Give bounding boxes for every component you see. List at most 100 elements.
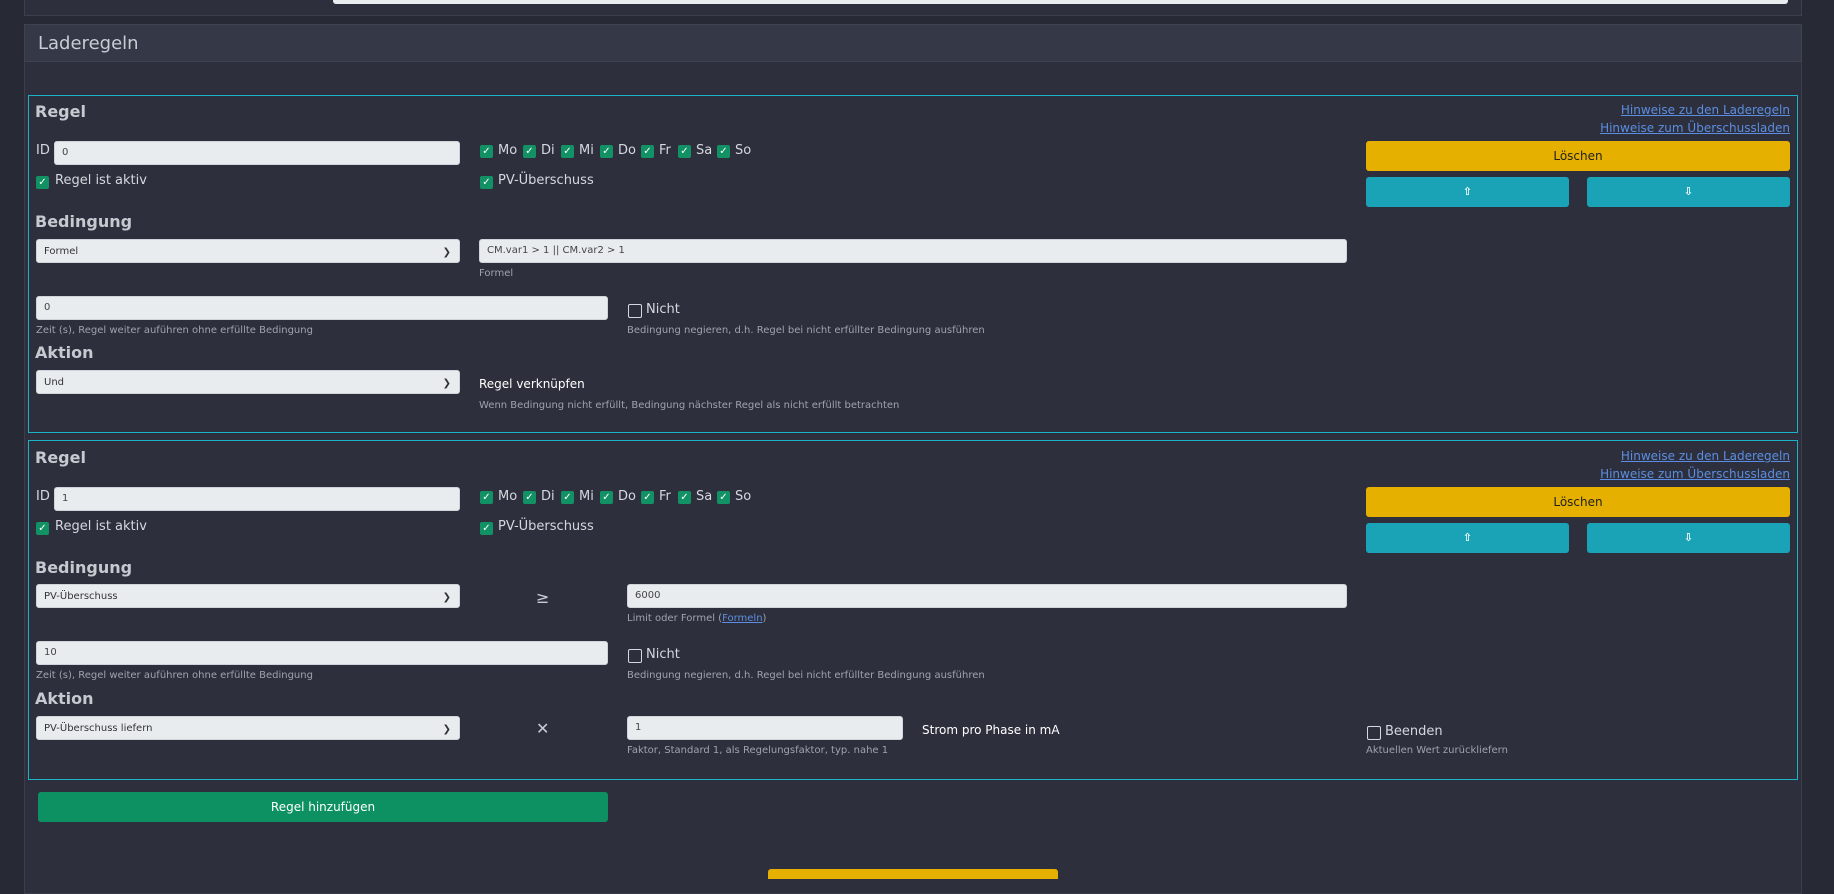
- id-label: ID: [36, 489, 50, 504]
- formulas-link[interactable]: Formeln: [722, 613, 762, 624]
- day-label: Sa: [696, 489, 713, 504]
- condition-type-value: Formel: [44, 246, 79, 257]
- not-help: Bedingung negieren, d.h. Regel bei nicht…: [627, 325, 985, 336]
- time-help: Zeit (s), Regel weiter auführen ohne erf…: [36, 325, 313, 336]
- day-checkbox-di[interactable]: ✓: [523, 491, 536, 504]
- move-down-button[interactable]: ⇩: [1587, 177, 1790, 207]
- section-header: [24, 24, 1802, 62]
- link-rule-help: Wenn Bedingung nicht erfüllt, Bedingung …: [479, 400, 900, 411]
- active-label: Regel ist aktiv: [55, 519, 147, 534]
- end-help: Aktuellen Wert zurückliefern: [1366, 745, 1508, 756]
- action-select[interactable]: Und ❯: [36, 370, 460, 394]
- link-surplus-help[interactable]: Hinweise zum Überschussladen: [1600, 467, 1790, 481]
- condition-title: Bedingung: [35, 212, 133, 231]
- day-label: So: [735, 143, 752, 158]
- limit-help: Limit oder Formel (Formeln): [627, 613, 766, 624]
- id-input[interactable]: 1: [54, 487, 460, 511]
- limit-help-prefix: Limit oder Formel (: [627, 613, 723, 624]
- end-label: Beenden: [1385, 724, 1443, 739]
- time-input[interactable]: 0: [36, 296, 608, 320]
- end-checkbox[interactable]: [1367, 726, 1381, 740]
- condition-title: Bedingung: [35, 558, 133, 577]
- delete-button[interactable]: Löschen: [1366, 141, 1790, 171]
- not-help: Bedingung negieren, d.h. Regel bei nicht…: [627, 670, 985, 681]
- active-checkbox[interactable]: ✓: [36, 176, 49, 189]
- not-checkbox[interactable]: [628, 304, 642, 318]
- day-checkbox-di[interactable]: ✓: [523, 145, 536, 158]
- day-checkbox-mi[interactable]: ✓: [561, 491, 574, 504]
- formula-input[interactable]: CM.var1 > 1 || CM.var2 > 1: [479, 239, 1347, 263]
- time-input[interactable]: 10: [36, 641, 608, 665]
- formula-help: Formel: [479, 268, 514, 279]
- link-rules-help[interactable]: Hinweise zu den Laderegeln: [1621, 449, 1790, 463]
- factor-help: Faktor, Standard 1, als Regelungsfaktor,…: [627, 745, 889, 756]
- action-select[interactable]: PV-Überschuss liefern ❯: [36, 716, 460, 740]
- pv-label: PV-Überschuss: [498, 519, 594, 534]
- condition-type-select[interactable]: PV-Überschuss ❯: [36, 584, 460, 608]
- active-checkbox[interactable]: ✓: [36, 522, 49, 535]
- rule-title: Regel: [35, 448, 86, 467]
- chevron-down-icon: ❯: [442, 724, 451, 735]
- move-up-button[interactable]: ⇧: [1366, 523, 1569, 553]
- day-label: Fr: [659, 489, 671, 504]
- link-rules-help[interactable]: Hinweise zu den Laderegeln: [1621, 103, 1790, 117]
- action-title: Aktion: [35, 689, 94, 708]
- operator-gte-icon: ≥: [536, 588, 550, 607]
- day-checkbox-fr[interactable]: ✓: [641, 145, 654, 158]
- action-value: Und: [44, 377, 65, 388]
- chevron-down-icon: ❯: [442, 592, 451, 603]
- day-label: Mo: [498, 489, 518, 504]
- id-input[interactable]: 0: [54, 141, 460, 165]
- pv-checkbox[interactable]: ✓: [480, 522, 493, 535]
- chevron-down-icon: ❯: [442, 378, 451, 389]
- day-label: Sa: [696, 143, 713, 158]
- day-checkbox-so[interactable]: ✓: [717, 491, 730, 504]
- time-help: Zeit (s), Regel weiter auführen ohne erf…: [36, 670, 313, 681]
- not-label: Nicht: [646, 647, 680, 662]
- day-label: Do: [618, 489, 636, 504]
- link-rule-label: Regel verknüpfen: [479, 377, 585, 391]
- active-label: Regel ist aktiv: [55, 173, 147, 188]
- day-label: So: [735, 489, 752, 504]
- chevron-down-icon: ❯: [442, 247, 451, 258]
- delete-button[interactable]: Löschen: [1366, 487, 1790, 517]
- condition-type-select[interactable]: Formel ❯: [36, 239, 460, 263]
- action-title: Aktion: [35, 343, 94, 362]
- move-up-button[interactable]: ⇧: [1366, 177, 1569, 207]
- link-surplus-help[interactable]: Hinweise zum Überschussladen: [1600, 121, 1790, 135]
- section-title: Laderegeln: [38, 33, 139, 54]
- day-checkbox-do[interactable]: ✓: [600, 145, 613, 158]
- limit-help-suffix: ): [762, 613, 767, 624]
- day-label: Di: [541, 143, 555, 158]
- not-checkbox[interactable]: [628, 649, 642, 663]
- action-value: PV-Überschuss liefern: [44, 723, 153, 734]
- factor-input[interactable]: 1: [627, 716, 903, 740]
- not-label: Nicht: [646, 302, 680, 317]
- day-checkbox-mo[interactable]: ✓: [480, 145, 493, 158]
- day-label: Mo: [498, 143, 518, 158]
- pv-label: PV-Überschuss: [498, 173, 594, 188]
- day-checkbox-so[interactable]: ✓: [717, 145, 730, 158]
- day-checkbox-sa[interactable]: ✓: [678, 145, 691, 158]
- day-checkbox-mo[interactable]: ✓: [480, 491, 493, 504]
- day-label: Do: [618, 143, 636, 158]
- move-down-button[interactable]: ⇩: [1587, 523, 1790, 553]
- day-label: Di: [541, 489, 555, 504]
- add-rule-button[interactable]: Regel hinzufügen: [38, 792, 608, 822]
- day-label: Mi: [579, 489, 594, 504]
- rule-title: Regel: [35, 102, 86, 121]
- id-label: ID: [36, 143, 50, 158]
- day-checkbox-do[interactable]: ✓: [600, 491, 613, 504]
- day-checkbox-fr[interactable]: ✓: [641, 491, 654, 504]
- save-button[interactable]: [768, 869, 1058, 879]
- multiply-icon: ✕: [536, 719, 550, 738]
- condition-type-value: PV-Überschuss: [44, 591, 118, 602]
- day-label: Mi: [579, 143, 594, 158]
- day-checkbox-sa[interactable]: ✓: [678, 491, 691, 504]
- day-checkbox-mi[interactable]: ✓: [561, 145, 574, 158]
- limit-input[interactable]: 6000: [627, 584, 1347, 608]
- unit-label: Strom pro Phase in mA: [922, 723, 1060, 737]
- day-label: Fr: [659, 143, 671, 158]
- pv-checkbox[interactable]: ✓: [480, 176, 493, 189]
- previous-input[interactable]: [333, 0, 1788, 4]
